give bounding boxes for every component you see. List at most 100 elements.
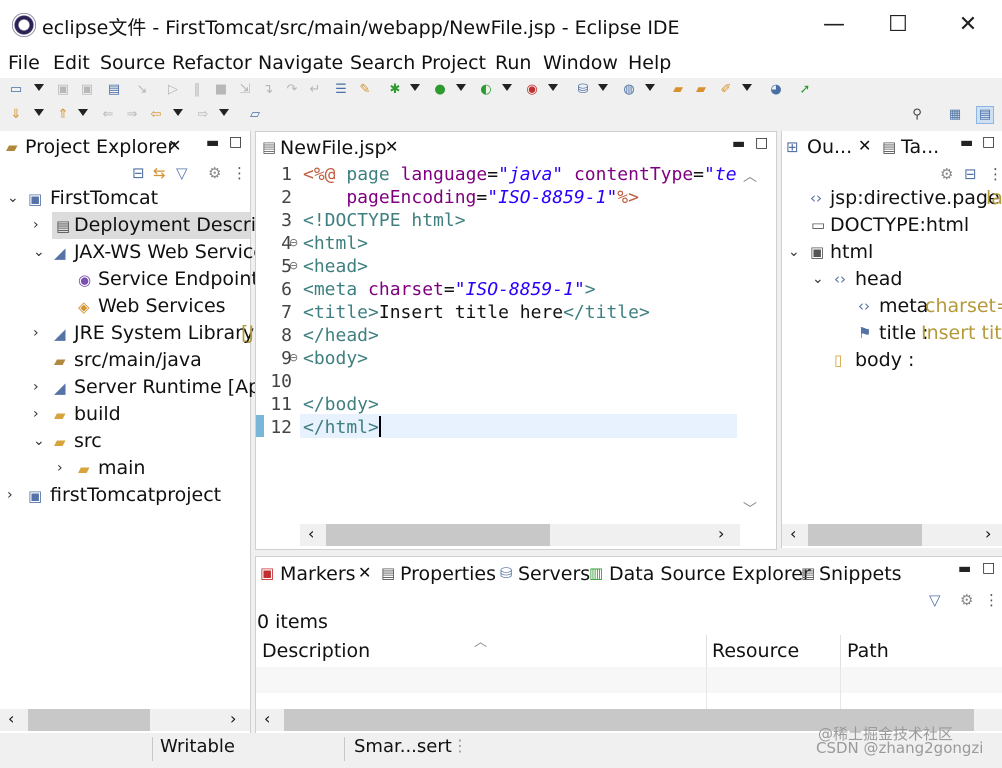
maximize-icon[interactable]: □: [982, 560, 995, 576]
terminate-icon[interactable]: ■: [213, 82, 229, 98]
scroll-left-icon[interactable]: ‹: [264, 709, 270, 728]
menu-navigate[interactable]: Navigate: [258, 52, 343, 74]
external-tools-icon[interactable]: ◉: [524, 82, 540, 98]
scroll-left-icon[interactable]: ‹: [308, 524, 314, 543]
more-icon[interactable]: ⋮: [232, 164, 247, 182]
tree-item-deployment-descriptor[interactable]: ▤ Deployment Descrip: [52, 212, 268, 239]
menu-project[interactable]: Project: [421, 52, 486, 74]
minimize-icon[interactable]: ▬: [958, 561, 971, 577]
expand-arrow-icon[interactable]: ⌄: [33, 244, 45, 260]
next-annotation-icon[interactable]: ⇓: [8, 107, 24, 123]
menu-edit[interactable]: Edit: [53, 52, 90, 74]
tree-item-build[interactable]: › ▰ build: [0, 401, 250, 428]
filter-icon[interactable]: ▽: [929, 591, 941, 609]
tree-item-service-endpoint[interactable]: ◉ Service Endpoint I: [0, 266, 270, 293]
more-icon[interactable]: ⋮: [984, 591, 999, 609]
expand-arrow-icon[interactable]: ›: [33, 379, 39, 395]
open-folder-icon[interactable]: ▰: [670, 82, 686, 98]
outline-item-title[interactable]: ⚑ title : Insert titl: [782, 320, 1002, 347]
expand-arrow-icon[interactable]: ⌄: [812, 271, 824, 287]
editor-tab-newfile[interactable]: ▤ NewFile.jsp ✕: [256, 132, 401, 164]
view-menu-icon[interactable]: ⚙: [960, 591, 973, 609]
minimize-icon[interactable]: ▬: [960, 135, 973, 151]
tab-servers[interactable]: Servers: [518, 563, 590, 585]
save-icon[interactable]: ▣: [55, 82, 71, 98]
chevron-down-icon[interactable]: [742, 84, 752, 91]
minimize-icon[interactable]: ▬: [206, 135, 219, 151]
tab-data-source-explorer[interactable]: Data Source Explorer: [609, 563, 811, 585]
last-edit-icon[interactable]: ⇐: [100, 107, 116, 123]
maximize-button[interactable]: ☐: [880, 10, 916, 40]
scrollbar-thumb[interactable]: [28, 709, 150, 731]
suspend-icon[interactable]: ‖: [189, 82, 205, 98]
collapse-icon[interactable]: ⊖: [289, 351, 298, 364]
expand-arrow-icon[interactable]: ›: [7, 487, 13, 503]
close-icon[interactable]: ✕: [168, 136, 181, 155]
tab-markers[interactable]: Markers: [280, 563, 356, 585]
view-menu-icon[interactable]: ⚙: [940, 165, 953, 183]
step-return-icon[interactable]: ↵: [307, 82, 323, 98]
outline-item-directive[interactable]: ‹› jsp:directive.page la: [782, 185, 1002, 212]
tab-tasks[interactable]: Ta...: [901, 136, 939, 158]
collapse-icon[interactable]: ⊖: [289, 236, 298, 249]
tab-outline[interactable]: Ou...: [807, 136, 852, 158]
forward-edit-icon[interactable]: ⇒: [124, 107, 140, 123]
scrollbar-thumb[interactable]: [808, 524, 922, 546]
scroll-right-icon[interactable]: ›: [230, 709, 236, 728]
chevron-down-icon[interactable]: [410, 84, 420, 91]
run-icon[interactable]: ●: [432, 82, 448, 98]
outline-item-doctype[interactable]: ▭ DOCTYPE:html: [782, 212, 1002, 239]
minimize-icon[interactable]: ▬: [732, 136, 745, 152]
maximize-icon[interactable]: □: [229, 134, 242, 150]
view-menu-icon[interactable]: ⚙: [208, 164, 221, 182]
tree-item-src[interactable]: ⌄ ▰ src: [0, 428, 250, 455]
step-into-icon[interactable]: ↴: [260, 82, 276, 98]
chevron-down-icon[interactable]: [34, 84, 44, 91]
tree-item-src-main-java[interactable]: ▰ src/main/java: [0, 347, 250, 374]
skip-breakpoints-icon[interactable]: ↘: [134, 82, 150, 98]
explorer-horizontal-scrollbar[interactable]: ‹ ›: [0, 709, 250, 731]
resume-icon[interactable]: ▷: [165, 82, 181, 98]
disconnect-icon[interactable]: ⇲: [237, 82, 253, 98]
maximize-icon[interactable]: □: [982, 134, 995, 150]
column-description[interactable]: Description ︿: [256, 635, 707, 667]
menu-refactor[interactable]: Refactor: [172, 52, 252, 74]
scroll-down-icon[interactable]: ﹀: [743, 499, 757, 519]
more-icon[interactable]: ⋮: [452, 736, 468, 755]
tree-item-jaxws[interactable]: ⌄ ◢ JAX-WS Web Service: [0, 239, 265, 266]
chevron-down-icon[interactable]: [548, 84, 558, 91]
pen-icon[interactable]: ✐: [718, 82, 734, 98]
jee-perspective-icon[interactable]: ▤: [976, 106, 994, 124]
terminal-icon[interactable]: ▤: [106, 82, 122, 98]
new-server-icon[interactable]: ⛁: [575, 82, 591, 98]
forward-icon[interactable]: ⇨: [195, 107, 211, 123]
pin-editor-icon[interactable]: ▱: [247, 107, 263, 123]
annotation-icon[interactable]: ✎: [357, 82, 373, 98]
chevron-down-icon[interactable]: [219, 109, 229, 116]
expand-arrow-icon[interactable]: ›: [33, 325, 39, 341]
scroll-up-icon[interactable]: ︿: [743, 166, 757, 186]
chevron-down-icon[interactable]: [173, 109, 183, 116]
open-perspective-icon[interactable]: ▦: [947, 107, 963, 123]
menu-source[interactable]: Source: [100, 52, 165, 74]
maximize-icon[interactable]: □: [755, 135, 768, 151]
scroll-left-icon[interactable]: ‹: [8, 709, 14, 728]
tab-snippets[interactable]: Snippets: [819, 563, 902, 585]
save-all-icon[interactable]: ▣: [79, 82, 95, 98]
menu-file[interactable]: File: [8, 52, 40, 74]
expand-arrow-icon[interactable]: ›: [33, 217, 39, 233]
project-explorer-tab[interactable]: ▰ Project Explorer ✕ ▬ □: [0, 131, 250, 161]
close-icon[interactable]: ✕: [358, 563, 371, 582]
status-insert-mode[interactable]: Smar...sert: [354, 736, 452, 757]
tree-item-firsttomcatproject[interactable]: › ▣ firstTomcatproject: [0, 482, 250, 509]
new-class-icon[interactable]: ◍: [621, 82, 637, 98]
step-over-icon[interactable]: ↷: [284, 82, 300, 98]
minimize-button[interactable]: —: [816, 10, 852, 40]
back-icon[interactable]: ⇦: [148, 107, 164, 123]
outline-item-body[interactable]: ▯ body :: [782, 347, 1002, 374]
chevron-down-icon[interactable]: [598, 84, 608, 91]
expand-arrow-icon[interactable]: ⌄: [788, 244, 800, 260]
tree-item-firsttomcat[interactable]: ⌄ ▣ FirstTomcat: [0, 185, 250, 212]
close-button[interactable]: ✕: [950, 10, 986, 40]
outline-item-head[interactable]: ⌄ ‹› head: [782, 266, 1002, 293]
